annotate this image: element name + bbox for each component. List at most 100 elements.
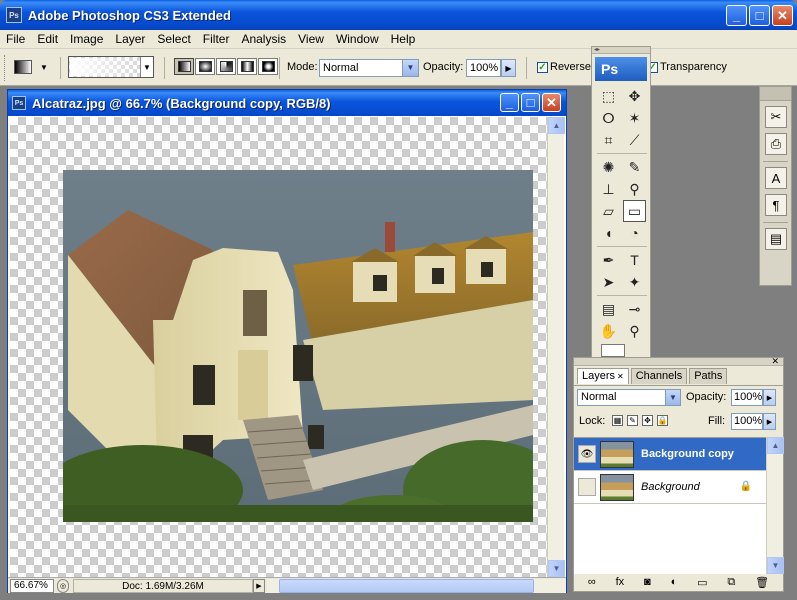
- linear-gradient-button[interactable]: [174, 58, 194, 75]
- clone-source-icon[interactable]: ⎙: [765, 133, 787, 155]
- lasso-tool-icon[interactable]: ⵔ: [597, 107, 620, 129]
- options-bar-grip[interactable]: [4, 55, 7, 81]
- layer-opacity-input[interactable]: 100%: [731, 389, 763, 406]
- dock-grip[interactable]: [760, 87, 791, 101]
- eraser-tool-icon[interactable]: ▱: [597, 200, 620, 222]
- doc-close-button[interactable]: ✕: [542, 93, 561, 112]
- tools-panel-grip[interactable]: ◂▸: [592, 47, 650, 54]
- menu-view[interactable]: View: [292, 30, 330, 49]
- layer-name[interactable]: Background: [641, 481, 700, 493]
- blend-mode-select[interactable]: Normal ▼: [577, 389, 681, 406]
- chevron-down-icon[interactable]: ▼: [665, 390, 680, 405]
- diamond-gradient-button[interactable]: [258, 58, 278, 75]
- lock-image-icon[interactable]: ✎: [627, 415, 638, 426]
- zoom-level-input[interactable]: 66.67%: [10, 578, 54, 593]
- document-canvas[interactable]: [10, 117, 547, 577]
- new-group-icon[interactable]: ▭: [697, 576, 707, 589]
- tab-paths[interactable]: Paths: [689, 368, 728, 384]
- reverse-checkbox[interactable]: ✓: [537, 62, 548, 73]
- menu-file[interactable]: File: [0, 30, 31, 49]
- menu-select[interactable]: Select: [151, 30, 196, 49]
- scroll-up-icon[interactable]: ▲: [767, 437, 784, 454]
- blur-tool-icon[interactable]: ◖: [597, 222, 620, 244]
- maximize-button[interactable]: □: [749, 5, 770, 26]
- new-layer-icon[interactable]: ⧉: [727, 576, 735, 589]
- lock-all-icon[interactable]: 🔒: [657, 415, 668, 426]
- reflected-gradient-button[interactable]: [237, 58, 257, 75]
- angle-gradient-button[interactable]: [216, 58, 236, 75]
- close-icon[interactable]: ✕: [771, 356, 779, 367]
- menu-edit[interactable]: Edit: [31, 30, 64, 49]
- opacity-input[interactable]: 100%: [466, 59, 501, 77]
- healing-brush-tool-icon[interactable]: ✺: [597, 156, 620, 178]
- lock-transparency-icon[interactable]: ▦: [612, 415, 623, 426]
- link-layers-icon[interactable]: ∞: [588, 576, 596, 588]
- menu-layer[interactable]: Layer: [109, 30, 151, 49]
- gradient-picker[interactable]: ▼: [68, 56, 154, 78]
- tool-preset-picker[interactable]: ▼: [14, 55, 54, 79]
- marquee-tool-icon[interactable]: ⬚: [597, 85, 620, 107]
- scroll-down-icon[interactable]: ▼: [548, 560, 565, 577]
- doc-maximize-button[interactable]: □: [521, 93, 540, 112]
- menu-filter[interactable]: Filter: [197, 30, 236, 49]
- trash-icon[interactable]: 🗑: [755, 576, 769, 589]
- layers-panel-header[interactable]: ✕: [574, 356, 783, 367]
- tab-layers[interactable]: Layers ✕: [577, 368, 629, 384]
- alcatraz-photo[interactable]: [63, 170, 533, 522]
- crop-tool-icon[interactable]: ⌗: [597, 129, 620, 151]
- tool-presets-icon[interactable]: ✂: [765, 106, 787, 128]
- pen-tool-icon[interactable]: ✒: [597, 249, 620, 271]
- layer-opacity-slider-button[interactable]: ▶: [763, 389, 776, 406]
- fill-input[interactable]: 100%: [731, 413, 763, 430]
- menu-analysis[interactable]: Analysis: [235, 30, 292, 49]
- chevron-down-icon[interactable]: ▼: [402, 60, 418, 76]
- eye-icon[interactable]: 👁: [578, 445, 596, 463]
- opacity-slider-button[interactable]: ▶: [501, 59, 516, 77]
- layers-scrollbar[interactable]: ▲ ▼: [766, 437, 784, 574]
- menu-window[interactable]: Window: [330, 30, 385, 49]
- menu-help[interactable]: Help: [385, 30, 422, 49]
- visibility-toggle-empty[interactable]: [578, 478, 596, 496]
- status-menu-arrow-icon[interactable]: ▶: [253, 578, 265, 593]
- radial-gradient-button[interactable]: [195, 58, 215, 75]
- paragraph-panel-icon[interactable]: ¶: [765, 194, 787, 216]
- shape-tool-icon[interactable]: ✦: [623, 271, 646, 293]
- close-icon[interactable]: ✕: [617, 372, 624, 381]
- scroll-thumb[interactable]: [279, 578, 534, 593]
- history-brush-tool-icon[interactable]: ⚲: [623, 178, 646, 200]
- layer-mask-icon[interactable]: ◙: [644, 576, 651, 588]
- document-title-bar[interactable]: Ps Alcatraz.jpg @ 66.7% (Background copy…: [8, 90, 566, 116]
- chevron-down-icon[interactable]: ▼: [140, 57, 153, 77]
- notes-tool-icon[interactable]: ▤: [597, 298, 620, 320]
- ps-logo[interactable]: Ps: [595, 57, 647, 81]
- lock-position-icon[interactable]: ✥: [642, 415, 653, 426]
- document-status-icon[interactable]: ◎: [57, 578, 69, 593]
- scroll-up-icon[interactable]: ▲: [548, 117, 565, 134]
- move-tool-icon[interactable]: ✥: [623, 85, 646, 107]
- close-button[interactable]: ✕: [772, 5, 793, 26]
- layer-name[interactable]: Background copy: [641, 448, 734, 460]
- vertical-scrollbar[interactable]: ▲ ▼: [547, 117, 565, 577]
- layer-style-icon[interactable]: fx: [616, 576, 625, 588]
- adjustment-layer-icon[interactable]: ◐: [671, 576, 678, 588]
- horizontal-scrollbar[interactable]: [267, 578, 566, 593]
- magic-wand-tool-icon[interactable]: ✶: [623, 107, 646, 129]
- layer-row[interactable]: Background 🔒: [574, 471, 766, 504]
- foreground-color-swatch[interactable]: [601, 344, 625, 357]
- eyedropper-tool-icon[interactable]: ⊸: [623, 298, 646, 320]
- tab-channels[interactable]: Channels: [630, 368, 688, 384]
- dodge-tool-icon[interactable]: ◔: [623, 222, 646, 244]
- gradient-tool-icon[interactable]: ▭: [623, 200, 646, 222]
- hand-tool-icon[interactable]: ✋: [597, 320, 620, 342]
- mode-select[interactable]: Normal ▼: [319, 59, 419, 77]
- character-panel-icon[interactable]: A: [765, 167, 787, 189]
- type-tool-icon[interactable]: T: [623, 249, 646, 271]
- zoom-tool-icon[interactable]: ⚲: [623, 320, 646, 342]
- clone-stamp-tool-icon[interactable]: ⊥: [597, 178, 620, 200]
- menu-image[interactable]: Image: [64, 30, 109, 49]
- brush-tool-icon[interactable]: ✎: [623, 156, 646, 178]
- path-selection-tool-icon[interactable]: ➤: [597, 271, 620, 293]
- slice-tool-icon[interactable]: ⟋: [623, 129, 646, 151]
- doc-minimize-button[interactable]: _: [500, 93, 519, 112]
- app-title-bar[interactable]: Ps Adobe Photoshop CS3 Extended _ □ ✕: [0, 0, 797, 30]
